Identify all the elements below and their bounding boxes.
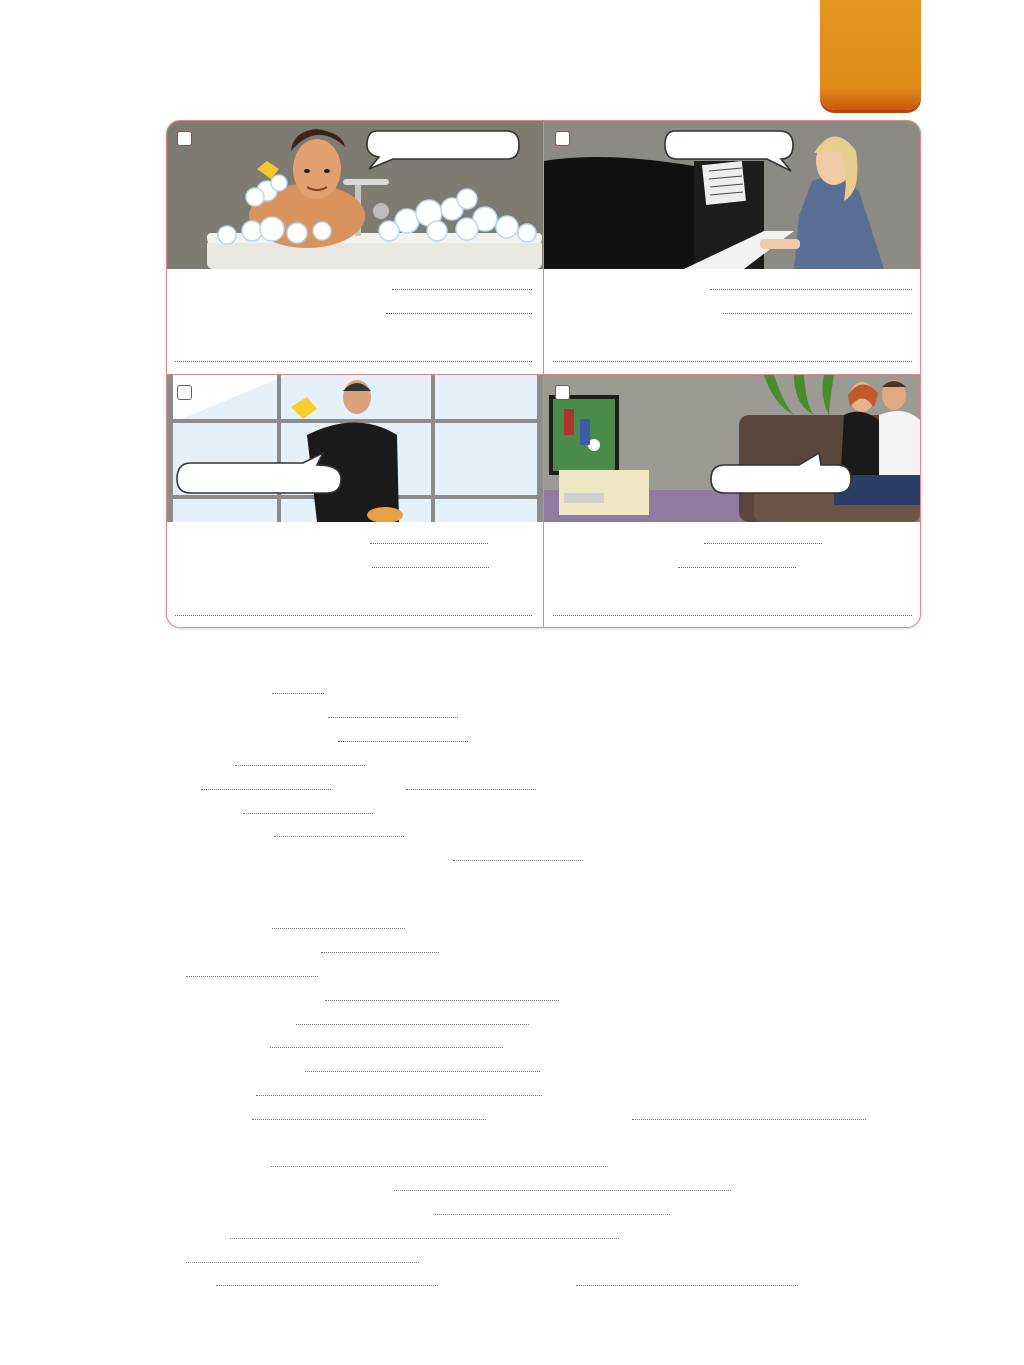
answer-line[interactable] [256,1095,542,1096]
answer-line[interactable] [704,543,822,544]
answer-line[interactable] [370,543,488,544]
answer-line[interactable] [235,765,365,766]
answer-line[interactable] [272,928,405,929]
answer-line[interactable] [632,1119,866,1120]
panel-divider-horizontal [167,374,920,375]
answer-line[interactable] [576,1285,798,1286]
section-tab [820,0,921,110]
answer-line[interactable] [338,741,468,742]
panel-2-checkbox-icon[interactable] [555,131,570,146]
answer-line[interactable] [386,313,532,314]
answer-line[interactable] [723,313,912,314]
answer-line[interactable] [394,1190,731,1191]
answer-line[interactable] [252,1119,486,1120]
panel-4-checkbox-icon[interactable] [555,385,570,400]
answer-line[interactable] [710,289,912,290]
answer-line[interactable] [216,1285,438,1286]
answer-line[interactable] [372,567,489,568]
answer-line[interactable] [175,361,532,362]
answer-line[interactable] [272,693,324,694]
panel-1-checkbox-icon[interactable] [177,131,192,146]
answer-line[interactable] [453,860,583,861]
answer-line[interactable] [553,615,912,616]
answer-line[interactable] [186,976,318,977]
panel-3-speech-bubble-icon [176,451,342,494]
picture-panel-grid [166,120,921,628]
answer-line[interactable] [243,813,373,814]
answer-line[interactable] [392,289,532,290]
panel-2-speech-bubble-icon [664,130,794,172]
window-cleaning-illustration [167,375,543,522]
answer-line[interactable] [406,789,536,790]
panel-1-speech-bubble-icon [366,130,520,170]
answer-line[interactable] [270,1047,503,1048]
panel-3-checkbox-icon[interactable] [177,385,192,400]
answer-line[interactable] [435,1214,670,1215]
answer-line[interactable] [201,789,331,790]
answer-line[interactable] [274,836,404,837]
answer-line[interactable] [296,1024,529,1025]
answer-line[interactable] [328,717,458,718]
answer-line[interactable] [186,1262,419,1263]
answer-line[interactable] [175,615,532,616]
tv-watching-illustration [544,375,920,522]
answer-line[interactable] [271,1166,608,1167]
answer-line[interactable] [321,952,439,953]
answer-line[interactable] [678,567,796,568]
answer-line[interactable] [325,1000,559,1001]
answer-line[interactable] [553,361,912,362]
answer-line[interactable] [230,1238,619,1239]
panel-4-speech-bubble-icon [710,451,852,494]
answer-line[interactable] [305,1071,540,1072]
